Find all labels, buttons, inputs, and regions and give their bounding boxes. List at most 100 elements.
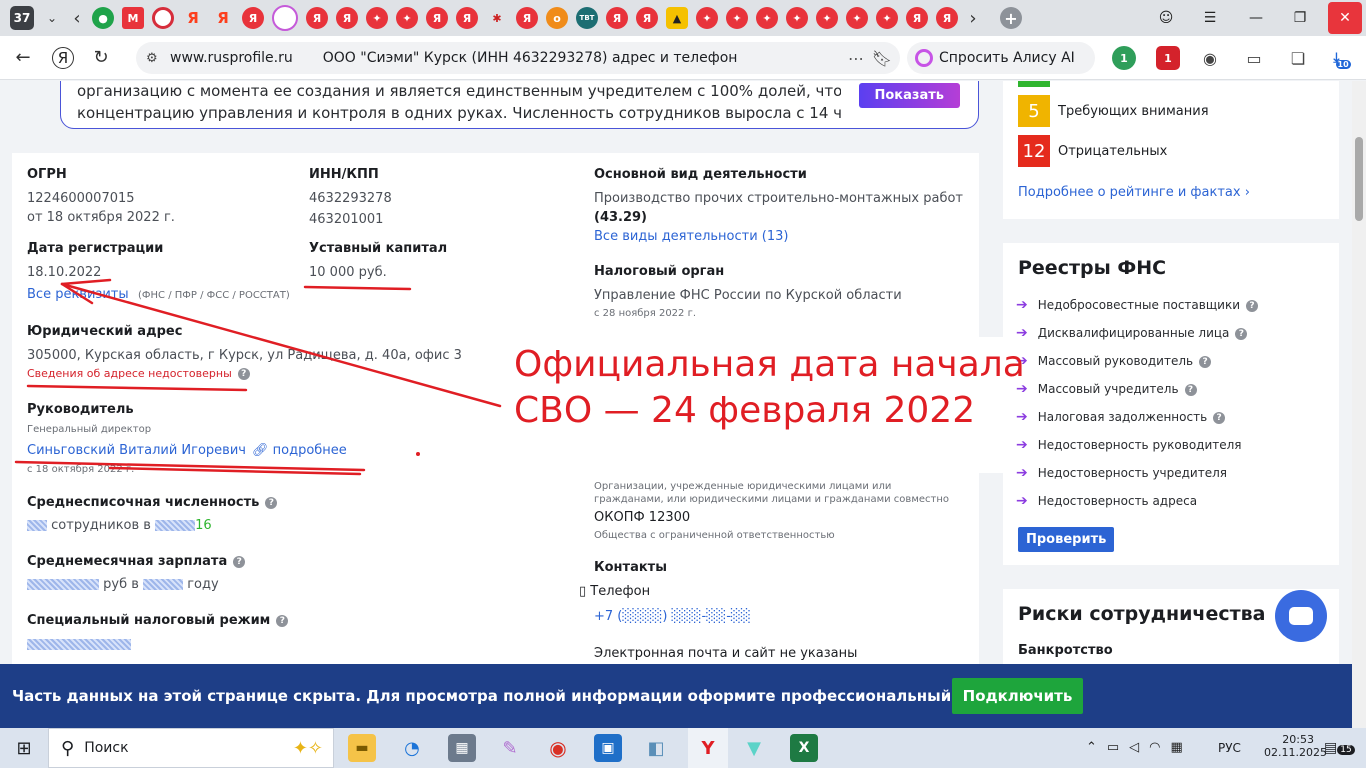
calculator-icon[interactable]: ▦ — [448, 734, 476, 762]
tab-favicon-yandex-red[interactable]: Я — [242, 7, 264, 29]
tab-favicon-mts[interactable]: М — [122, 7, 144, 29]
tab-favicon-circle[interactable] — [152, 7, 174, 29]
registry-item[interactable]: ➔ Массовый учредитель? — [1016, 381, 1197, 397]
battery-extension-icon[interactable]: ▭ — [1242, 46, 1266, 70]
phone-value[interactable]: +7 (░░░░) ░░░-░░-░░ — [594, 609, 751, 624]
tab-favicon-star[interactable]: ✦ — [396, 7, 418, 29]
tab-favicon-yellow[interactable]: ▲ — [666, 7, 688, 29]
scrollbar[interactable] — [1352, 81, 1366, 728]
annotation-dot — [416, 452, 420, 456]
notification-icon[interactable]: ▤ 15 — [1324, 740, 1355, 756]
chrome-icon[interactable]: ◉ — [544, 734, 572, 762]
collections-icon[interactable]: ❏ — [1286, 46, 1310, 70]
copilot-sparkle-icon[interactable]: ✦✧ — [293, 738, 323, 759]
tab-favicon-star[interactable]: ✦ — [756, 7, 778, 29]
registry-item[interactable]: ➔ Дисквалифицированные лица? — [1016, 325, 1248, 341]
clock[interactable]: 20:53 02.11.2025 — [1264, 733, 1327, 759]
paint-icon[interactable]: ✎ — [496, 734, 524, 762]
annotation-text: Официальная дата начала СВО — 24 февраля… — [514, 344, 1025, 431]
downloads-icon[interactable]: ⤓ 10 — [1330, 46, 1354, 70]
vpn-extension-icon[interactable]: ◉ — [1198, 46, 1222, 70]
tab-count[interactable]: 37 — [10, 6, 34, 30]
notes-icon[interactable]: ◧ — [642, 734, 670, 762]
tray-icons[interactable]: ⌃▭◁◠▦ — [1086, 740, 1193, 755]
contacts-label: Контакты — [594, 560, 667, 575]
attention-badge: 5 — [1018, 95, 1050, 127]
tabs-scroll-right-icon[interactable]: › — [962, 8, 984, 29]
reload-icon[interactable]: ↻ — [84, 41, 118, 75]
okopf-value: ОКОПФ 12300 — [594, 510, 691, 525]
tab-favicon-yandex-red[interactable]: Я — [906, 7, 928, 29]
tab-favicon-yandex-red[interactable]: Я — [936, 7, 958, 29]
triangle-app-icon[interactable]: ▼ — [740, 734, 768, 762]
registry-item[interactable]: ➔ Налоговая задолженность? — [1016, 409, 1226, 425]
bankruptcy-label: Банкротство — [1018, 643, 1113, 658]
site-info-icon[interactable]: ⚙ — [146, 51, 158, 66]
language-indicator[interactable]: РУС — [1218, 741, 1241, 755]
help-icon[interactable]: ? — [233, 555, 246, 568]
employees-value: сотрудников в 16 — [27, 518, 212, 533]
windows-start-icon[interactable]: ⊞ — [0, 728, 48, 768]
tab-favicon-star[interactable]: ✦ — [726, 7, 748, 29]
more-dots-icon[interactable]: ⋯ — [848, 49, 864, 68]
menu-hamburger-icon[interactable]: ☰ — [1196, 0, 1224, 36]
url-text: www.rusprofile.ru — [170, 50, 293, 66]
profile-avatar-icon[interactable]: ☺ — [1152, 0, 1180, 36]
help-icon[interactable]: ? — [276, 614, 289, 627]
close-window-icon[interactable]: ✕ — [1328, 2, 1362, 34]
edge-icon[interactable]: ◔ — [398, 734, 426, 762]
minimize-icon[interactable]: — — [1238, 0, 1274, 36]
registry-item[interactable]: ➔ Недостоверность руководителя — [1016, 437, 1242, 453]
taskbar-search[interactable]: ⚲ Поиск ✦✧ — [48, 728, 334, 768]
registry-item[interactable]: ➔ Недостоверность адреса — [1016, 493, 1197, 509]
url-field[interactable]: ⚙ www.rusprofile.ru ООО "Сиэми" Курск (И… — [136, 42, 900, 74]
chat-button[interactable] — [1275, 590, 1327, 642]
tab-favicon-yandex-red[interactable]: Я — [516, 7, 538, 29]
file-explorer-icon[interactable]: ▬ — [348, 734, 376, 762]
store-icon[interactable]: ▣ — [594, 734, 622, 762]
tab-favicon-yandex-red[interactable]: Я — [606, 7, 628, 29]
negative-label: Отрицательных — [1058, 144, 1168, 159]
search-icon: ⚲ — [61, 737, 75, 759]
back-arrow-icon[interactable]: ← — [6, 41, 40, 75]
rating-more-link[interactable]: Подробнее о рейтинге и фактах › — [1018, 185, 1250, 200]
registry-item[interactable]: ➔ Недостоверность учредителя — [1016, 465, 1227, 481]
excel-icon[interactable]: X — [790, 734, 818, 762]
alice-button[interactable]: Спросить Алису AI — [907, 42, 1095, 74]
registry-item[interactable]: ➔ Недобросовестные поставщики? — [1016, 297, 1258, 313]
tab-favicon-teal[interactable]: ТВТ — [576, 7, 598, 29]
registry-item[interactable]: ➔ Массовый руководитель? — [1016, 353, 1212, 369]
salary-label: Среднемесячная зарплата? — [27, 554, 246, 569]
yandex-browser-icon[interactable]: Y — [688, 728, 728, 768]
tab-favicon-yandex-red[interactable]: Я — [306, 7, 328, 29]
restore-icon[interactable]: ❐ — [1282, 0, 1318, 36]
tab-favicon-bug[interactable]: ✱ — [486, 7, 508, 29]
tab-favicon-star[interactable]: ✦ — [786, 7, 808, 29]
adblock-extension-icon[interactable]: 1 — [1156, 46, 1180, 70]
tab-favicon-star[interactable]: ✦ — [876, 7, 898, 29]
tab-favicon-ok[interactable]: о — [546, 7, 568, 29]
tab-favicon-yandex[interactable]: Я — [182, 7, 204, 29]
bookmark-icon[interactable]: 🔖︎ — [872, 49, 892, 68]
tab-favicon-yandex-red[interactable]: Я — [426, 7, 448, 29]
tab-favicon-yandex[interactable]: Я — [212, 7, 234, 29]
shield-extension-icon[interactable]: 1 — [1112, 46, 1136, 70]
check-button[interactable]: Проверить — [1018, 527, 1115, 552]
tab-favicon-green[interactable]: ● — [92, 7, 114, 29]
tab-favicon-yandex-red[interactable]: Я — [336, 7, 358, 29]
tab-favicon-star[interactable]: ✦ — [816, 7, 838, 29]
new-tab-plus-icon[interactable]: + — [1000, 7, 1022, 29]
scrollbar-thumb[interactable] — [1355, 137, 1363, 221]
tabs-scroll-left-icon[interactable]: ‹ — [66, 8, 88, 29]
tab-favicon-star[interactable]: ✦ — [366, 7, 388, 29]
phone-icon: ▯ — [579, 584, 587, 599]
tab-favicon-star[interactable]: ✦ — [846, 7, 868, 29]
tab-list-chevron-icon[interactable]: ⌄ — [38, 6, 66, 30]
tab-favicon-yandex-red[interactable]: Я — [636, 7, 658, 29]
email-note: Электронная почта и сайт не указаны — [594, 646, 858, 661]
tab-favicon-yandex-red[interactable]: Я — [456, 7, 478, 29]
connect-button[interactable]: Подключить — [952, 678, 1083, 714]
yandex-home-icon[interactable]: Я — [52, 46, 74, 69]
tab-favicon-star[interactable]: ✦ — [696, 7, 718, 29]
tab-active-favicon[interactable] — [272, 5, 298, 31]
